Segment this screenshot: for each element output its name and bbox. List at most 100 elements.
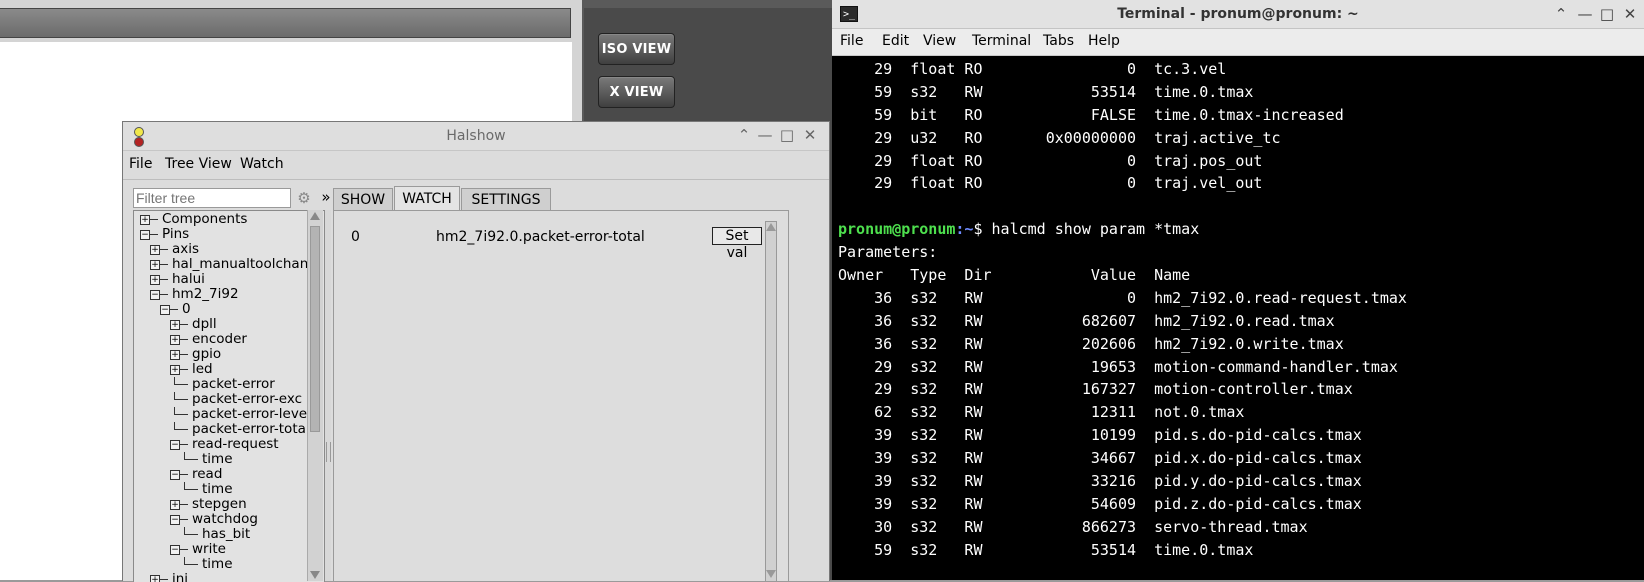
expand-icon[interactable]: + <box>140 215 150 225</box>
tree-node[interactable]: time <box>134 452 319 467</box>
menu-watch[interactable]: Watch <box>240 156 284 172</box>
expand-icon[interactable]: + <box>150 275 160 285</box>
watch-scrollbar[interactable] <box>765 221 777 582</box>
iso-view-button[interactable]: ISO VIEW <box>598 33 675 65</box>
background-toolbar <box>0 8 571 38</box>
collapse-icon[interactable]: − <box>160 305 170 315</box>
filter-tree-input[interactable] <box>133 188 291 208</box>
tree-node[interactable]: + Components <box>134 212 319 227</box>
scroll-down-arrow-icon[interactable] <box>766 570 776 578</box>
tree-connector <box>160 264 168 265</box>
expand-icon[interactable]: + <box>170 365 180 375</box>
more-icon[interactable]: » <box>318 188 334 206</box>
tree-connector <box>180 549 188 550</box>
tree-node[interactable]: packet-error-leve <box>134 407 319 422</box>
tree-node[interactable]: + encoder <box>134 332 319 347</box>
expand-icon[interactable]: + <box>170 320 180 330</box>
tree-scroll-thumb[interactable] <box>310 226 320 432</box>
halshow-menubar: File Tree View Watch <box>123 151 829 180</box>
menu-file[interactable]: File <box>129 156 152 172</box>
expand-icon[interactable]: + <box>170 335 180 345</box>
tree-scrollbar[interactable] <box>307 210 323 581</box>
tab-settings[interactable]: SETTINGS <box>461 188 551 210</box>
halshow-window: Halshow ⌃ — □ ✕ File Tree View Watch ⚙ »… <box>122 121 830 582</box>
tree-node[interactable]: −0 <box>134 302 319 317</box>
halshow-titlebar[interactable]: Halshow ⌃ — □ ✕ <box>123 122 829 151</box>
close-icon[interactable]: ✕ <box>1621 5 1639 23</box>
tree-node-label: time <box>202 556 233 572</box>
tree-node[interactable]: + gpio <box>134 347 319 362</box>
tree-node[interactable]: time <box>134 557 319 572</box>
term-menu-edit[interactable]: Edit <box>882 33 909 49</box>
expand-icon[interactable]: + <box>150 245 160 255</box>
tree-node[interactable]: + hal_manualtoolchan <box>134 257 319 272</box>
scroll-up-arrow-icon[interactable] <box>766 223 776 231</box>
terminal-param-row: 39 s32 RW 54609 pid.z.do-pid-calcs.tmax <box>838 494 1362 513</box>
tree-node-label: encoder <box>192 331 247 347</box>
collapse-icon[interactable]: − <box>170 515 180 525</box>
tree-node[interactable]: − hm2_7i92 <box>134 287 319 302</box>
tree-node[interactable]: packet-error <box>134 377 319 392</box>
tree-node[interactable]: − watchdog <box>134 512 319 527</box>
terminal-line: 29 float RO 0 traj.vel_out <box>838 174 1263 193</box>
scroll-down-arrow-icon[interactable] <box>310 571 320 579</box>
tree-node[interactable]: packet-error-tota <box>134 422 319 437</box>
minimize-icon[interactable]: — <box>756 126 774 144</box>
expand-icon[interactable]: + <box>150 260 160 270</box>
tree-node[interactable]: + dpll <box>134 317 319 332</box>
close-icon[interactable]: ✕ <box>801 126 819 144</box>
gear-icon[interactable]: ⚙ <box>295 189 313 207</box>
splitter-grip[interactable] <box>326 442 331 462</box>
minimize-icon[interactable]: — <box>1576 5 1594 23</box>
tree-node[interactable]: + ini <box>134 572 319 582</box>
terminal-param-row: 36 s32 RW 202606 hm2_7i92.0.write.tmax <box>838 334 1344 353</box>
scroll-up-arrow-icon[interactable] <box>310 212 320 220</box>
tree-node[interactable]: + led <box>134 362 319 377</box>
tree-node[interactable]: packet-error-exc <box>134 392 319 407</box>
term-menu-view[interactable]: View <box>923 33 956 49</box>
chevron-up-icon[interactable]: ⌃ <box>1552 5 1570 23</box>
terminal-line: 29 float RO 0 tc.3.vel <box>838 60 1227 78</box>
menu-tree-view[interactable]: Tree View <box>165 156 232 172</box>
tree-node[interactable]: time <box>134 482 319 497</box>
collapse-icon[interactable]: − <box>170 545 180 555</box>
collapse-icon[interactable]: − <box>170 470 180 480</box>
tree-connector <box>160 279 168 280</box>
tree-node[interactable]: has_bit <box>134 527 319 542</box>
collapse-icon[interactable]: − <box>170 440 180 450</box>
tree-node[interactable]: + halui <box>134 272 319 287</box>
tree-node-label: hm2_7i92 <box>172 286 239 302</box>
term-menu-terminal[interactable]: Terminal <box>972 33 1031 49</box>
terminal-output[interactable]: 29 float RO 0 tc.3.vel 59 s32 RW 53514 t… <box>838 58 1644 580</box>
collapse-icon[interactable]: − <box>140 230 150 240</box>
tree-node[interactable]: − write <box>134 542 319 557</box>
tree-node[interactable]: − read-request <box>134 437 319 452</box>
pane-splitter[interactable] <box>325 210 331 581</box>
terminal-titlebar[interactable]: >_ Terminal - pronum@pronum: ~ ⌃ — □ ✕ <box>832 0 1644 29</box>
terminal-param-row: 30 s32 RW 866273 servo-thread.tmax <box>838 517 1308 536</box>
tree-node[interactable]: + axis <box>134 242 319 257</box>
expand-icon[interactable]: + <box>150 575 160 582</box>
collapse-icon[interactable]: − <box>150 290 160 300</box>
set-value-button[interactable]: Set val <box>712 227 762 261</box>
expand-icon[interactable]: + <box>170 500 180 510</box>
tree-node[interactable]: − Pins <box>134 227 319 242</box>
tree-node-label: 0 <box>182 301 191 317</box>
term-menu-tabs[interactable]: Tabs <box>1043 33 1074 49</box>
pin-tree[interactable]: + Components − Pins + axis + hal_manualtoolchan… <box>133 210 325 582</box>
chevron-up-icon[interactable]: ⌃ <box>735 126 753 144</box>
maximize-icon[interactable]: □ <box>1598 5 1616 23</box>
tab-watch[interactable]: WATCH <box>394 186 460 211</box>
terminal-prompt-line: pronum@pronum:~$ halcmd show param *tmax <box>838 218 1644 241</box>
term-menu-help[interactable]: Help <box>1088 33 1120 49</box>
tree-connector <box>180 354 188 355</box>
term-menu-file[interactable]: File <box>840 33 863 49</box>
tree-node[interactable]: − read <box>134 467 319 482</box>
tree-node-label: ini <box>172 571 189 582</box>
expand-icon[interactable]: + <box>170 350 180 360</box>
tab-show[interactable]: SHOW <box>333 188 393 210</box>
maximize-icon[interactable]: □ <box>778 126 796 144</box>
tree-node[interactable]: + stepgen <box>134 497 319 512</box>
x-view-button[interactable]: X VIEW <box>598 76 675 108</box>
